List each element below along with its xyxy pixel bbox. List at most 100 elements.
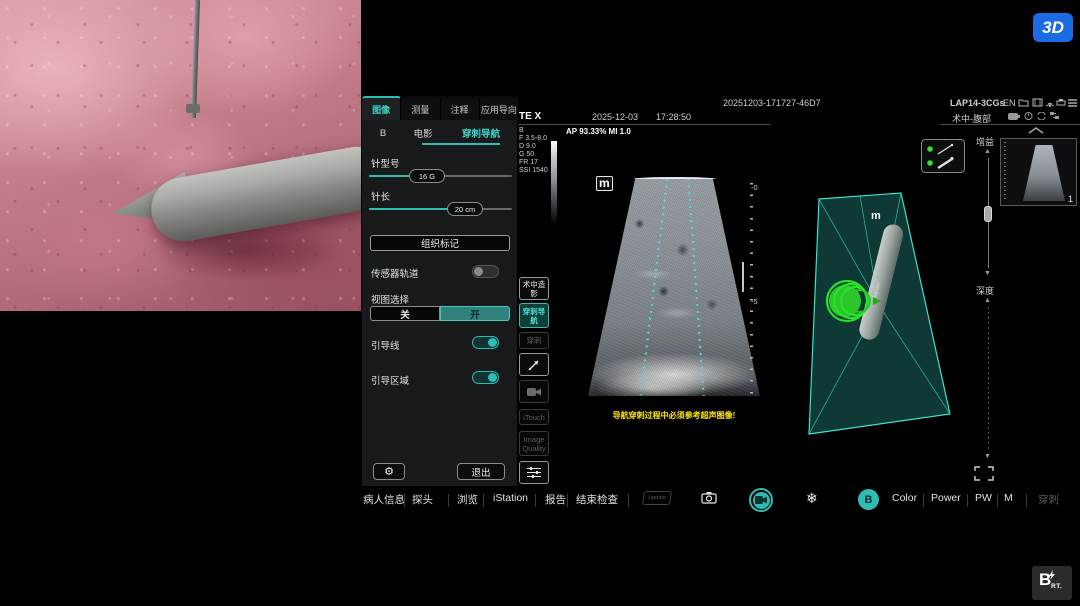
view-select-label: 视图选择 (371, 292, 409, 306)
header-divider-left (518, 124, 770, 125)
orientation-marker: m (596, 176, 613, 191)
freeze-button[interactable]: ❄ (806, 490, 818, 507)
subtab-cine[interactable]: 电影 (406, 126, 440, 140)
thumbnail-collapse-chevron[interactable] (1028, 127, 1044, 134)
camera-clip-button[interactable] (519, 380, 549, 403)
gain-knob[interactable] (984, 206, 992, 222)
image-params: B F 3.5-8.0 D 9.0 G 50 FR 17 SSI 1540 (519, 127, 548, 175)
depth-down-arrow[interactable]: ▼ (984, 454, 991, 460)
snapshot-button[interactable] (701, 491, 717, 504)
arrow-annotation-button[interactable] (519, 353, 549, 376)
toolbar-separator (404, 494, 405, 507)
needle-length-value[interactable]: 20 cm (447, 202, 483, 216)
screen: [2/7] HyperDeck_0004.mov 00:08:52/00:25:… (0, 0, 1080, 606)
report-button[interactable]: 报告 (545, 492, 566, 507)
printer-icon[interactable] (1056, 98, 1066, 107)
toolbar-separator (997, 494, 998, 507)
guide-line-toggle[interactable] (472, 336, 499, 349)
fullscreen-button[interactable] (974, 466, 994, 481)
review-button[interactable]: 浏览 (457, 492, 478, 507)
thumb-ruler (1004, 142, 1006, 202)
depth-track[interactable] (988, 307, 989, 452)
camcorder-icon (755, 496, 767, 504)
guide-area-toggle[interactable] (472, 371, 499, 384)
record-video-button[interactable] (749, 488, 773, 512)
focus-marker (742, 262, 744, 292)
param-gain: G 50 (519, 151, 548, 159)
needle-type-value[interactable]: 16 G (409, 169, 445, 183)
nav3d-view: mindray m (793, 183, 973, 443)
thumb-image (1023, 145, 1065, 201)
grayscale-bar (551, 141, 557, 224)
probe-name[interactable]: LAP14-3CGs (950, 98, 1005, 108)
network-icon[interactable] (1045, 98, 1055, 107)
language-indicator[interactable]: EN (1003, 98, 1016, 108)
update-button[interactable]: Update (642, 491, 672, 505)
tissue-mark-button[interactable]: 组织标记 (370, 235, 510, 251)
archive-icon[interactable] (1018, 98, 1029, 107)
sensor-status-box (921, 139, 965, 173)
param-soundspeed: SSI 1540 (519, 167, 548, 175)
lightning-icon (1049, 570, 1055, 580)
param-framerate: FR 17 (519, 159, 548, 167)
toolbar-separator (1026, 494, 1027, 507)
tab-annotate[interactable]: 注释 (441, 98, 480, 120)
panel-tabs: 图像 测量 注释 应用导向 (362, 96, 519, 120)
guide-area-label: 引导区域 (371, 373, 409, 387)
view-select-segmented: 关 开 (370, 306, 510, 321)
needle-type-slider[interactable]: 16 G (369, 169, 512, 183)
tab-measure[interactable]: 测量 (401, 98, 440, 120)
brt-subtext: RT. (1051, 583, 1062, 590)
toolbar-separator (483, 494, 484, 507)
view-on-button[interactable]: 开 (440, 306, 510, 321)
toolbar-separator (535, 494, 536, 507)
status-icon-battery (1008, 113, 1020, 120)
menu-icon[interactable] (1068, 99, 1077, 107)
toolbar-separator (628, 494, 629, 507)
patient-info-button[interactable]: 病人信息 (363, 492, 405, 507)
ruler-label-5: -5 (751, 297, 758, 306)
depth-up-arrow[interactable]: ▲ (984, 298, 991, 304)
mode-m-button[interactable]: M (1004, 492, 1013, 504)
mode-b-button[interactable]: B (858, 489, 879, 510)
gain-down-arrow[interactable]: ▼ (984, 271, 991, 277)
istation-button[interactable]: iStation (493, 492, 528, 504)
tab-app-guide[interactable]: 应用导向 (480, 98, 519, 120)
brt-watermark: B RT. (1032, 566, 1072, 600)
fan-top-arc (634, 177, 716, 181)
mode-power-button[interactable]: Power (931, 492, 961, 504)
itouch-button[interactable]: iTouch (519, 409, 549, 425)
exam-date: 2025-12-03 (592, 112, 638, 122)
fullscreen-icon (974, 466, 994, 481)
depth-label: 深度 (976, 284, 994, 297)
subtab-b[interactable]: B (372, 128, 394, 139)
intraop-contrast-button[interactable]: 术中造影 (519, 277, 549, 300)
bmode-image (588, 178, 760, 396)
gain-up-arrow[interactable]: ▲ (984, 149, 991, 155)
mode-puncture-button[interactable]: 穿刺 (1038, 492, 1059, 507)
mode-color-button[interactable]: Color (892, 492, 917, 504)
tab-image[interactable]: 图像 (362, 96, 401, 120)
needle-length-slider[interactable]: 20 cm (369, 202, 512, 216)
cine-icon[interactable] (1032, 98, 1043, 107)
needle-length-label: 针长 (371, 189, 390, 203)
puncture-button[interactable]: 穿刺 (519, 332, 549, 349)
toolbar-separator (967, 494, 968, 507)
end-exam-button[interactable]: 结束检查 (576, 492, 618, 507)
subtab-puncture-nav[interactable]: 穿刺导航 (450, 126, 512, 140)
thumb-index: 1 (1068, 194, 1073, 204)
menu-sliders-button[interactable] (519, 461, 549, 484)
exam-time: 17:28:50 (656, 112, 691, 122)
ruler-label-0: -0 (751, 183, 758, 192)
exit-button[interactable]: 退出 (457, 463, 505, 480)
puncture-nav-button[interactable]: 穿刺导航 (519, 303, 549, 328)
laparoscopic-video (0, 0, 361, 311)
image-quality-button[interactable]: Image Quality (519, 431, 549, 456)
speckle-texture (588, 178, 760, 396)
panel-settings-button[interactable]: ⚙ (373, 463, 405, 480)
clip-thumbnail[interactable]: 1 (1000, 138, 1077, 206)
sensor-track-toggle[interactable] (472, 265, 499, 278)
probe-button[interactable]: 探头 (412, 492, 433, 507)
view-off-button[interactable]: 关 (370, 306, 440, 321)
mode-pw-button[interactable]: PW (975, 492, 992, 504)
